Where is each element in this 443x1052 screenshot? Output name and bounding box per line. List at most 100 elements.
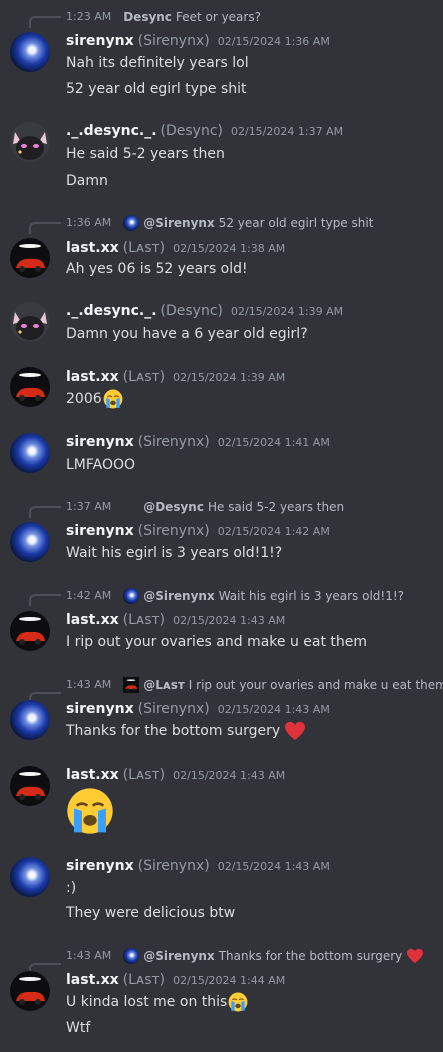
reply-preview[interactable]: 1:37 AM @Desync He said 5-2 years then [66,499,344,515]
message-header: sirenynx (Sirenynx) 02/15/2024 1:42 AM [66,523,330,539]
display-name: (Sirenynx) [137,434,210,450]
reply-text: He said 5-2 years then [207,500,345,514]
avatar[interactable] [10,238,50,278]
reply-connector [29,594,61,606]
display-name: (Desync) [160,123,223,139]
reply-avatar [123,215,140,231]
display-name: (Lᴀsᴛ) [122,612,166,628]
username[interactable]: sirenynx [66,33,134,49]
reply-author[interactable]: @Sirenynx [143,948,214,964]
message-line: 2006 [66,389,123,409]
username[interactable]: last.xx [66,369,119,385]
avatar[interactable] [10,971,50,1011]
avatar[interactable] [10,367,50,407]
reply-avatar [123,948,140,964]
username[interactable]: last.xx [66,240,119,256]
message-header: sirenynx (Sirenynx) 02/15/2024 1:41 AM [66,434,330,450]
message-header: ._.desync._. (Desync) 02/15/2024 1:37 AM [66,123,343,139]
reply-connector [29,222,61,234]
message-text: Wtf [66,1020,91,1036]
avatar[interactable] [10,857,50,897]
avatar[interactable] [10,522,50,562]
reply-text: Wait his egirl is 3 years old!1!? [218,589,405,603]
reply-time: 1:23 AM [66,10,112,23]
username[interactable]: sirenynx [66,858,134,874]
reply-author[interactable]: @Desync [143,499,204,515]
message-text: Ah yes 06 is 52 years old! [66,261,248,277]
reply-author[interactable]: Desync [123,9,172,25]
message-header: sirenynx (Sirenynx) 02/15/2024 1:43 AM [66,701,330,717]
message-header: last.xx (Lᴀsᴛ) 02/15/2024 1:43 AM [66,767,285,783]
message-text: 52 year old egirl type shit [66,81,247,97]
reply-connector [29,506,61,518]
reply-time: 1:37 AM [66,500,112,513]
timestamp: 02/15/2024 1:43 AM [217,703,330,716]
avatar[interactable] [10,611,50,651]
display-name: (Lᴀsᴛ) [122,369,166,385]
display-name: (Sirenynx) [137,701,210,717]
avatar[interactable] [10,700,50,740]
message-text: 2006 [66,391,102,407]
username[interactable]: last.xx [66,612,119,628]
display-name: (Sirenynx) [137,858,210,874]
reply-author[interactable]: @Lᴀsᴛ [143,677,185,693]
timestamp: 02/15/2024 1:43 AM [173,614,286,627]
timestamp: 02/15/2024 1:39 AM [173,371,286,384]
reply-preview[interactable]: 1:23 AM Desync Feet or years? [66,9,261,25]
avatar[interactable] [10,122,50,162]
avatar[interactable] [10,766,50,806]
message-text: Damn you have a 6 year old egirl? [66,326,308,342]
username[interactable]: last.xx [66,972,119,988]
reply-preview[interactable]: 1:43 AM @Sirenynx Thanks for the bottom … [66,948,424,964]
reply-avatar [123,588,140,604]
display-name: (Lᴀsᴛ) [122,767,166,783]
display-name: (Desync) [160,303,223,319]
username[interactable]: last.xx [66,767,119,783]
reply-time: 1:36 AM [66,216,112,229]
message-text: U kinda lost me on this [66,994,228,1010]
message-header: last.xx (Lᴀsᴛ) 02/15/2024 1:39 AM [66,369,285,385]
username[interactable]: sirenynx [66,523,134,539]
timestamp: 02/15/2024 1:43 AM [173,769,286,782]
username[interactable]: ._.desync._. [66,303,157,319]
reply-time: 1:42 AM [66,589,112,602]
message-text: LMFAOOO [66,457,136,473]
reply-preview[interactable]: 1:43 AM @Lᴀsᴛ I rip out your ovaries and… [66,677,443,693]
message-header: last.xx (Lᴀsᴛ) 02/15/2024 1:38 AM [66,240,285,256]
message-line: Thanks for the bottom surgery [66,721,306,741]
reply-time: 1:43 AM [66,678,112,691]
reply-preview[interactable]: 1:36 AM @Sirenynx 52 year old egirl type… [66,215,373,231]
reply-connector [29,16,61,28]
timestamp: 02/15/2024 1:37 AM [230,125,344,138]
avatar[interactable] [10,433,50,473]
reply-author[interactable]: @Sirenynx [143,588,214,604]
display-name: (Sirenynx) [137,523,210,539]
reply-avatar [123,677,140,693]
reply-author[interactable]: @Sirenynx [143,215,214,231]
message-header: ._.desync._. (Desync) 02/15/2024 1:39 AM [66,303,343,319]
message-text: Nah its definitely years lol [66,55,249,71]
avatar[interactable] [10,32,50,72]
reply-preview[interactable]: 1:42 AM @Sirenynx Wait his egirl is 3 ye… [66,588,404,604]
username[interactable]: sirenynx [66,701,134,717]
heart-emoji [406,948,424,964]
avatar[interactable] [10,302,50,342]
username[interactable]: sirenynx [66,434,134,450]
timestamp: 02/15/2024 1:39 AM [230,305,344,318]
message-header: last.xx (Lᴀsᴛ) 02/15/2024 1:43 AM [66,612,285,628]
message-text: They were delicious btw [66,905,236,921]
timestamp: 02/15/2024 1:43 AM [217,860,330,873]
chat-message-list[interactable]: 1:23 AM Desync Feet or years? sirenynx (… [0,0,443,1052]
display-name: (Sirenynx) [137,33,210,49]
username[interactable]: ._.desync._. [66,123,157,139]
message-text: Wait his egirl is 3 years old!1!? [66,545,283,561]
display-name: (Lᴀsᴛ) [122,240,166,256]
reply-time: 1:43 AM [66,949,112,962]
message-header: last.xx (Lᴀsᴛ) 02/15/2024 1:44 AM [66,972,285,988]
message-header: sirenynx (Sirenynx) 02/15/2024 1:36 AM [66,33,330,49]
sob-emoji [103,389,123,409]
timestamp: 02/15/2024 1:44 AM [173,974,286,987]
timestamp: 02/15/2024 1:42 AM [217,525,330,538]
reply-text: Thanks for the bottom surgery [218,949,403,963]
reply-text: 52 year old egirl type shit [218,216,374,230]
